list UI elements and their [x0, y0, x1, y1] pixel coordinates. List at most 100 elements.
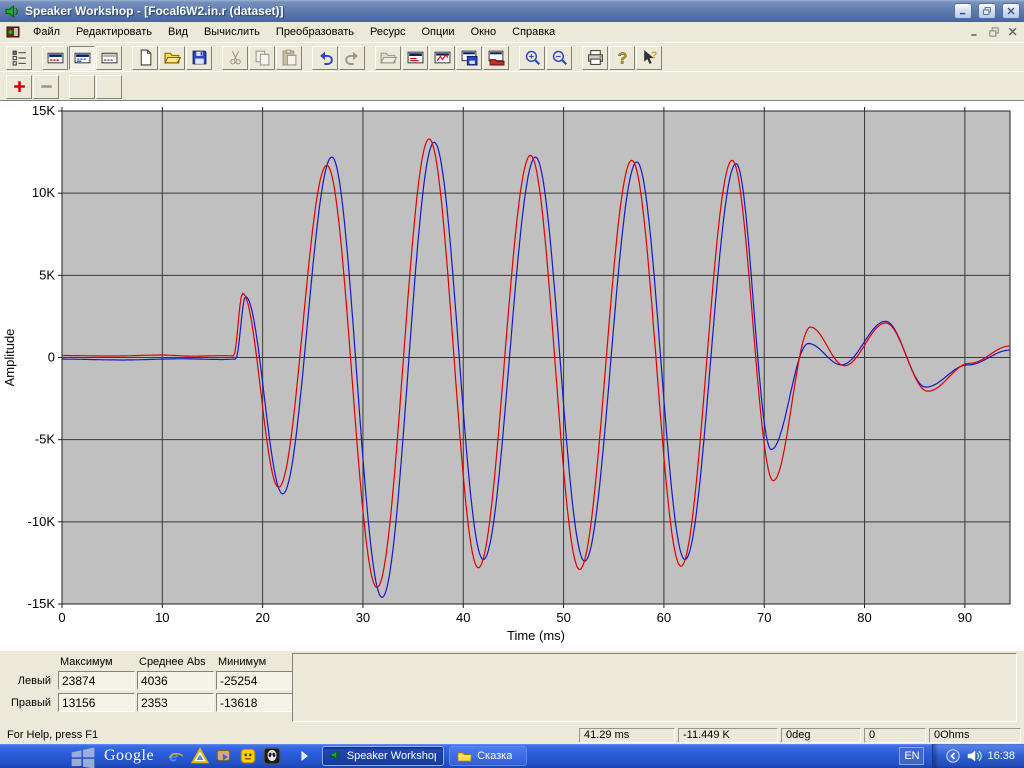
restore-button[interactable] — [978, 3, 996, 19]
mdi-restore-button[interactable] — [985, 25, 1002, 40]
bar-view-3-button[interactable] — [96, 46, 122, 70]
messenger-app-icon[interactable] — [214, 746, 234, 766]
blank-2-button[interactable] — [96, 75, 122, 99]
cut-button[interactable] — [222, 46, 248, 70]
export-window-icon — [488, 49, 505, 66]
google-deskbar[interactable]: Google — [0, 745, 166, 767]
bar-view-2-button[interactable] — [69, 46, 95, 70]
system-tray: 16:38 — [932, 744, 1024, 768]
task-button-label: Сказка — [477, 750, 512, 762]
speaker-app-icon — [330, 749, 342, 764]
menu-item-edit[interactable]: Редактировать — [68, 24, 160, 40]
blank-1-button[interactable] — [69, 75, 95, 99]
skazka-task[interactable]: Сказка — [449, 746, 527, 766]
remove-curve-icon — [38, 78, 55, 95]
stats-value-1-1[interactable]: 2353 — [137, 693, 214, 712]
new-document-button[interactable] — [132, 46, 158, 70]
folder-icon — [457, 749, 472, 764]
undo-icon — [317, 49, 334, 66]
print-icon — [587, 49, 604, 66]
open-dataset-button[interactable] — [375, 46, 401, 70]
alien-app-icon[interactable] — [262, 746, 282, 766]
stats-value-1-0[interactable]: 13156 — [58, 693, 135, 712]
quick-launch-expander[interactable] — [296, 748, 312, 764]
blank-2-icon — [101, 78, 118, 95]
secondary-panel — [292, 653, 1017, 722]
copy-button[interactable] — [249, 46, 275, 70]
chart-window-button[interactable] — [429, 46, 455, 70]
stats-header-1: Среднее Abs — [137, 656, 214, 668]
context-help-button[interactable]: ? — [636, 46, 662, 70]
menu-item-view[interactable]: Вид — [160, 24, 196, 40]
status-panel-cursor-sample: 0 — [864, 728, 926, 743]
undo-button[interactable] — [312, 46, 338, 70]
open-file-button[interactable] — [159, 46, 185, 70]
menu-item-transform[interactable]: Преобразовать — [268, 24, 362, 40]
x-tick-label: 90 — [958, 610, 972, 625]
menu-item-file[interactable]: Файл — [25, 24, 68, 40]
paste-button[interactable] — [276, 46, 302, 70]
print-button[interactable] — [582, 46, 608, 70]
mdi-close-button[interactable] — [1004, 25, 1021, 40]
chart-client-area: 010203040506070809015K10K5K0-5K-10K-15KT… — [0, 100, 1024, 650]
paste-icon — [281, 49, 298, 66]
bar-view-1-button[interactable] — [42, 46, 68, 70]
x-tick-label: 20 — [255, 610, 269, 625]
windows-flag-icon — [70, 745, 96, 767]
chart-window-icon — [434, 49, 451, 66]
save-window-button[interactable] — [456, 46, 482, 70]
redo-button[interactable] — [339, 46, 365, 70]
close-button[interactable] — [1002, 3, 1020, 19]
minimize-button[interactable] — [954, 3, 972, 19]
menu-item-resource[interactable]: Ресурс — [362, 24, 413, 40]
x-tick-label: 80 — [857, 610, 871, 625]
menu-item-calculate[interactable]: Вычислить — [196, 24, 268, 40]
waveform-chart[interactable]: 010203040506070809015K10K5K0-5K-10K-15KT… — [0, 101, 1024, 651]
stats-row-label-1: Правый — [8, 697, 56, 709]
status-panel-cursor-amplitude: -11.449 K — [678, 728, 778, 743]
blank-1-icon — [74, 78, 91, 95]
taskbar: Google e Speaker Workshop - [... Сказка E… — [0, 744, 1024, 768]
status-help-text: For Help, press F1 — [3, 728, 576, 743]
triangle-app-icon[interactable] — [190, 746, 210, 766]
x-tick-label: 70 — [757, 610, 771, 625]
internet-explorer-icon[interactable]: e — [166, 746, 186, 766]
stats-header-2: Минимум — [216, 656, 293, 668]
menu-item-options[interactable]: Опции — [413, 24, 462, 40]
task-button-label: Speaker Workshop - [... — [347, 750, 436, 762]
x-tick-label: 40 — [456, 610, 470, 625]
stats-value-0-0[interactable]: 23874 — [58, 671, 135, 690]
status-bar: For Help, press F1 41.29 ms-11.449 K0deg… — [0, 726, 1024, 744]
main-toolbar: ?? — [0, 42, 1024, 71]
mdi-minimize-button[interactable] — [966, 25, 983, 40]
x-tick-label: 30 — [356, 610, 370, 625]
stats-value-1-2[interactable]: -13618 — [216, 693, 293, 712]
menu-item-help[interactable]: Справка — [504, 24, 563, 40]
y-tick-label: 10K — [32, 185, 55, 200]
tray-collapse-icon[interactable] — [945, 748, 961, 764]
save-file-icon — [191, 49, 208, 66]
outline-view-button[interactable] — [6, 46, 32, 70]
volume-icon[interactable] — [966, 748, 982, 764]
y-axis-title: Amplitude — [2, 329, 17, 387]
context-help-icon: ? — [641, 49, 658, 66]
about-help-button[interactable]: ? — [609, 46, 635, 70]
qip-messenger-icon[interactable] — [238, 746, 258, 766]
svg-text:?: ? — [651, 50, 657, 61]
remove-curve-button[interactable] — [33, 75, 59, 99]
language-indicator[interactable]: EN — [899, 747, 924, 765]
zoom-in-button[interactable] — [519, 46, 545, 70]
stats-value-0-2[interactable]: -25254 — [216, 671, 293, 690]
status-panel-cursor-time: 41.29 ms — [579, 728, 675, 743]
properties-window-button[interactable] — [402, 46, 428, 70]
zoom-out-button[interactable] — [546, 46, 572, 70]
y-tick-label: -15K — [28, 596, 56, 611]
export-window-button[interactable] — [483, 46, 509, 70]
add-curve-button[interactable] — [6, 75, 32, 99]
stats-value-0-1[interactable]: 4036 — [137, 671, 214, 690]
speaker-workshop-task[interactable]: Speaker Workshop - [... — [322, 746, 444, 766]
menu-item-window[interactable]: Окно — [463, 24, 505, 40]
save-file-button[interactable] — [186, 46, 212, 70]
menu-items: ФайлРедактироватьВидВычислитьПреобразова… — [25, 24, 563, 40]
properties-window-icon — [407, 49, 424, 66]
